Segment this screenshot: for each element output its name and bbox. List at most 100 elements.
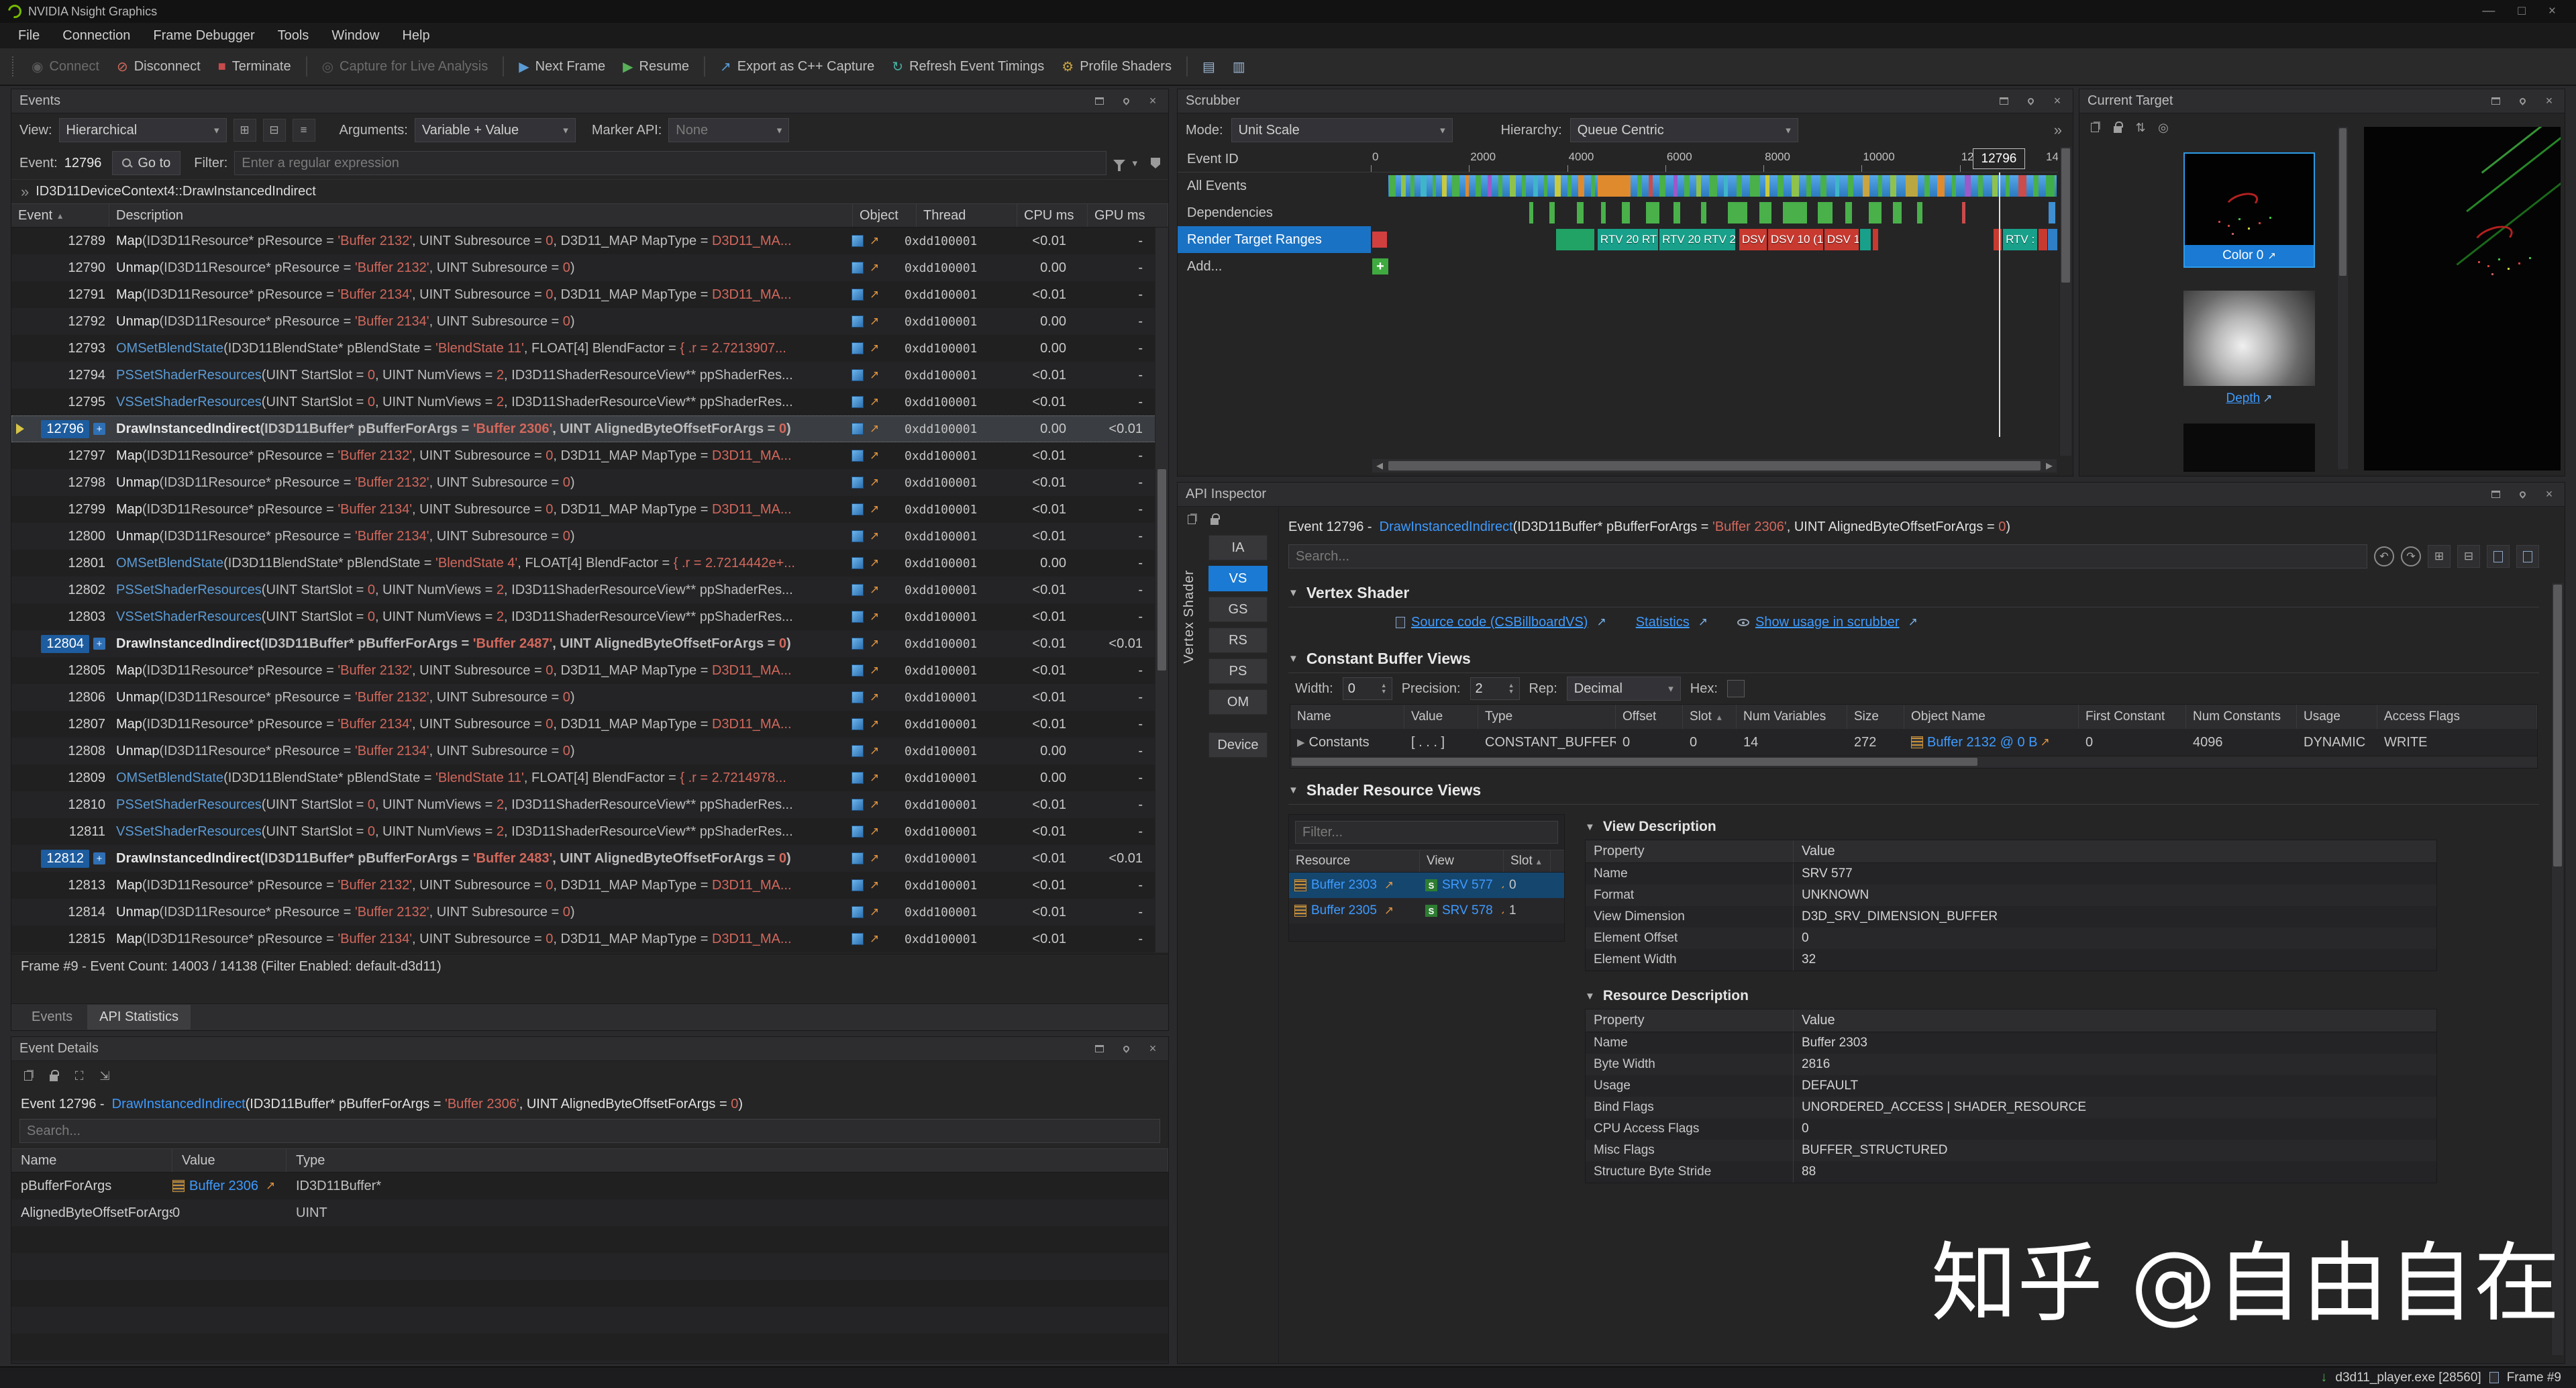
tab-api-statistics[interactable]: API Statistics: [87, 1005, 191, 1030]
scrubber-segment[interactable]: [1709, 175, 1717, 197]
srv-column-resource[interactable]: Resource: [1289, 850, 1420, 872]
object-link-icon[interactable]: [852, 906, 864, 918]
copy-icon[interactable]: [21, 1069, 36, 1083]
current-target-titlebar[interactable]: Current Target ×: [2079, 89, 2565, 113]
columns-button[interactable]: ≡: [293, 119, 315, 142]
swap-icon[interactable]: ⇅: [2133, 120, 2148, 135]
cbv-column-value[interactable]: Value: [1404, 705, 1478, 729]
next-frame-button[interactable]: ▶Next Frame: [510, 53, 614, 80]
object-cell[interactable]: ↗: [841, 825, 905, 838]
scrubber-segment[interactable]: [1917, 202, 1922, 224]
event-details-search-input[interactable]: [19, 1119, 1160, 1143]
object-cell[interactable]: ↗: [841, 556, 905, 570]
panel-close-icon[interactable]: ×: [2050, 94, 2065, 109]
event-row[interactable]: 12814Unmap(ID3D11Resource* pResource = '…: [11, 899, 1156, 926]
refresh-event-timings-button[interactable]: ↻Refresh Event Timings: [883, 53, 1053, 80]
lane-label[interactable]: Dependencies: [1178, 199, 1371, 226]
object-link-icon[interactable]: [852, 718, 864, 730]
stage-tab-device[interactable]: Device: [1208, 732, 1268, 758]
scrubber-segment[interactable]: [1598, 175, 1631, 197]
capture-for-live-analysis-button[interactable]: ◎Capture for Live Analysis: [313, 53, 497, 80]
object-cell[interactable]: ↗: [841, 798, 905, 811]
marker-api-select[interactable]: None▾: [668, 118, 789, 142]
lane-track[interactable]: RTV 20 RTRTV 20 RTV 22 (DSVDSV 10 (1:DSV…: [1371, 226, 2058, 253]
scrubber-segment[interactable]: [1818, 202, 1833, 224]
object-link-icon[interactable]: [852, 369, 864, 381]
cbv-hscrollbar[interactable]: [1290, 756, 2538, 769]
column-header-cpu-ms[interactable]: CPU ms: [1017, 204, 1088, 227]
event-row[interactable]: 12791Map(ID3D11Resource* pResource = 'Bu…: [11, 281, 1156, 308]
close-icon[interactable]: ×: [2548, 4, 2556, 19]
add-range-button[interactable]: +: [1372, 258, 1388, 275]
perf-marker-icon[interactable]: +: [93, 423, 105, 435]
object-cell[interactable]: ↗: [841, 234, 905, 248]
scrubber-segment[interactable]: [1863, 175, 1869, 197]
scrubber-segment[interactable]: [1591, 175, 1595, 197]
event-row[interactable]: 12809OMSetBlendState(ID3D11BlendState* p…: [11, 764, 1156, 791]
scrubber-segment[interactable]: [1992, 175, 1998, 197]
scrubber-segment[interactable]: [1421, 175, 1427, 197]
object-cell[interactable]: ↗: [841, 637, 905, 650]
panel-pin-icon[interactable]: [2515, 487, 2530, 502]
panel-pin-icon[interactable]: [2515, 94, 2530, 109]
srv-filter-input[interactable]: [1295, 821, 1558, 844]
panel-close-icon[interactable]: ×: [1145, 94, 1160, 109]
scrubber-segment[interactable]: [1577, 202, 1584, 224]
copy-icon[interactable]: [1184, 512, 1199, 527]
download-icon[interactable]: ↓: [2320, 1370, 2327, 1385]
scrubber-segment[interactable]: [1728, 202, 1747, 224]
scrubber-segment[interactable]: [2049, 202, 2055, 224]
panel-close-icon[interactable]: ×: [2542, 487, 2557, 502]
object-cell[interactable]: ↗: [841, 503, 905, 516]
column-header-gpu-ms[interactable]: GPU ms: [1088, 204, 1168, 227]
object-cell[interactable]: ↗: [841, 422, 905, 436]
stage-tab-vs[interactable]: VS: [1208, 566, 1268, 591]
lane-track[interactable]: [1371, 199, 2058, 226]
arguments-select[interactable]: Variable + Value▾: [415, 118, 576, 142]
object-link-icon[interactable]: [852, 530, 864, 542]
minimize-icon[interactable]: —: [2482, 4, 2495, 19]
panel-pin-icon[interactable]: [1119, 1042, 1133, 1056]
cbv-row[interactable]: ▶Constants[ . . . ]CONSTANT_BUFFER001427…: [1290, 729, 2537, 756]
stage-tab-rs[interactable]: RS: [1208, 628, 1268, 653]
object-cell[interactable]: ↗: [841, 368, 905, 382]
object-cell[interactable]: ↗: [841, 530, 905, 543]
cbv-column-usage[interactable]: Usage: [2297, 705, 2377, 729]
scrubber-segment[interactable]: [1498, 175, 1502, 197]
event-row[interactable]: 12811VSSetShaderResources(UINT StartSlot…: [11, 818, 1156, 845]
object-cell[interactable]: ↗: [841, 771, 905, 785]
breadcrumb[interactable]: » ID3D11DeviceContext4::DrawInstancedInd…: [11, 179, 1168, 203]
srv-row[interactable]: Buffer 2303↗SSRV 577↗0: [1289, 873, 1564, 898]
scrubber-hscrollbar[interactable]: ◀ ▶: [1372, 459, 2057, 473]
event-row[interactable]: 12810PSSetShaderResources(UINT StartSlot…: [11, 791, 1156, 818]
cbv-column-num-constants[interactable]: Num Constants: [2186, 705, 2297, 729]
scrubber-segment[interactable]: RTV :: [2003, 229, 2037, 250]
scrubber-segment[interactable]: [1860, 229, 1871, 250]
connect-button[interactable]: ◉Connect: [23, 53, 108, 80]
event-row[interactable]: 12807Map(ID3D11Resource* pResource = 'Bu…: [11, 711, 1156, 738]
cbv-column-type[interactable]: Type: [1478, 705, 1616, 729]
object-cell[interactable]: ↗: [841, 664, 905, 677]
object-cell[interactable]: ↗: [841, 905, 905, 919]
scrubber-segment[interactable]: [1696, 175, 1700, 197]
scrubber-segment[interactable]: [1684, 175, 1690, 197]
event-row[interactable]: 12799Map(ID3D11Resource* pResource = 'Bu…: [11, 496, 1156, 523]
object-link-icon[interactable]: [852, 826, 864, 838]
cbv-column-size[interactable]: Size: [1847, 705, 1904, 729]
column-name[interactable]: Name: [11, 1149, 172, 1172]
object-link-icon[interactable]: [852, 477, 864, 489]
vertex-shader-section-header[interactable]: ▼ Vertex Shader: [1288, 579, 2539, 607]
scrubber-segment[interactable]: [1601, 202, 1606, 224]
event-row[interactable]: 12805Map(ID3D11Resource* pResource = 'Bu…: [11, 657, 1156, 684]
next-target-thumbnail[interactable]: [2183, 424, 2315, 472]
scrubber-segment[interactable]: [1778, 175, 1784, 197]
scrubber-segment[interactable]: [1476, 175, 1481, 197]
show-usage-link[interactable]: Show usage in scrubber↗: [1737, 615, 1918, 630]
scrubber-segment[interactable]: [1952, 175, 1956, 197]
object-cell[interactable]: ↗: [841, 449, 905, 462]
event-row[interactable]: 12794PSSetShaderResources(UINT StartSlot…: [11, 362, 1156, 389]
export-as-c-capture-button[interactable]: ↗Export as C++ Capture: [711, 53, 883, 80]
scrubber-segment[interactable]: [1962, 202, 1965, 224]
menu-help[interactable]: Help: [391, 23, 441, 48]
scrubber-lane[interactable]: Dependencies: [1178, 199, 2058, 226]
